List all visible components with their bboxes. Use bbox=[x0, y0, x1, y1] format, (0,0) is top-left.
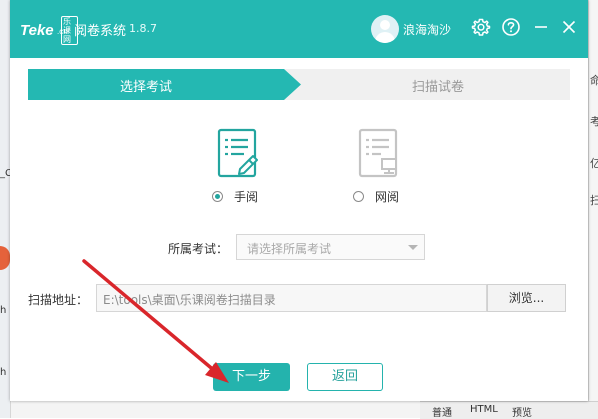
logo-text: Teke bbox=[20, 22, 54, 39]
step-scan-paper: 扫描试卷 bbox=[412, 80, 465, 95]
hand-grading-icon bbox=[217, 128, 258, 178]
background-editor-tabs: 普通 HTML 预览 bbox=[420, 401, 598, 419]
scan-path-label: 扫描地址： bbox=[28, 293, 89, 307]
app-title: 阅卷系统 bbox=[74, 24, 127, 39]
next-step-button[interactable]: 下一步 bbox=[213, 363, 290, 391]
logo-suffix: .cn bbox=[57, 27, 68, 36]
mode-option-online[interactable]: 网阅 bbox=[351, 126, 411, 206]
radio-online[interactable] bbox=[353, 191, 364, 202]
user-avatar-icon[interactable] bbox=[371, 15, 399, 43]
gear-icon[interactable] bbox=[471, 17, 491, 37]
scan-path-value: E:\tools\桌面\乐课阅卷扫描目录 bbox=[103, 293, 276, 307]
teke-logo: 乐课网 Teke .cn bbox=[20, 16, 78, 45]
exam-label: 所属考试： bbox=[168, 242, 229, 256]
scan-path-input[interactable]: E:\tools\桌面\乐课阅卷扫描目录 bbox=[96, 284, 487, 312]
minimize-icon[interactable] bbox=[531, 17, 551, 37]
background-text: h bbox=[0, 367, 7, 378]
app-version: 1.8.7 bbox=[129, 22, 157, 35]
background-text: 命 bbox=[590, 74, 598, 87]
background-text: _C bbox=[0, 168, 12, 179]
step-bar-shapes bbox=[28, 69, 570, 100]
mode-label-online: 网阅 bbox=[375, 190, 400, 204]
background-tab-preview: 预览 bbox=[512, 408, 532, 419]
mode-label-hand: 手阅 bbox=[234, 190, 259, 204]
background-window-right: 命 考 亿 扫 bbox=[588, 0, 598, 418]
exam-select[interactable]: 请选择所属考试 bbox=[236, 234, 425, 260]
background-app-icon bbox=[0, 246, 10, 270]
background-text: 亿 bbox=[590, 157, 598, 170]
background-text: 考 bbox=[590, 115, 598, 128]
background-tab-normal: 普通 bbox=[432, 408, 452, 419]
background-tab-html: HTML bbox=[470, 404, 498, 415]
online-grading-icon bbox=[358, 128, 398, 178]
radio-hand[interactable] bbox=[212, 191, 223, 202]
help-icon[interactable] bbox=[501, 17, 521, 37]
grading-system-dialog: 乐课网 Teke .cn 阅卷系统 1.8.7 浪海淘沙 选择考试 扫描试卷 手… bbox=[10, 0, 588, 401]
step-progress-bar: 选择考试 扫描试卷 bbox=[28, 69, 570, 100]
close-icon[interactable] bbox=[559, 17, 579, 37]
browse-button[interactable]: 浏览... bbox=[487, 284, 566, 312]
exam-select-placeholder: 请选择所属考试 bbox=[247, 242, 332, 256]
background-text: h bbox=[0, 305, 7, 316]
mode-option-hand[interactable]: 手阅 bbox=[210, 126, 270, 206]
background-text: 扫 bbox=[590, 194, 598, 207]
user-name[interactable]: 浪海淘沙 bbox=[403, 21, 451, 38]
back-button[interactable]: 返回 bbox=[307, 363, 383, 391]
step-select-exam: 选择考试 bbox=[120, 80, 173, 95]
title-bar[interactable]: 乐课网 Teke .cn 阅卷系统 1.8.7 浪海淘沙 bbox=[10, 0, 588, 58]
dropdown-arrow-icon bbox=[408, 245, 418, 250]
